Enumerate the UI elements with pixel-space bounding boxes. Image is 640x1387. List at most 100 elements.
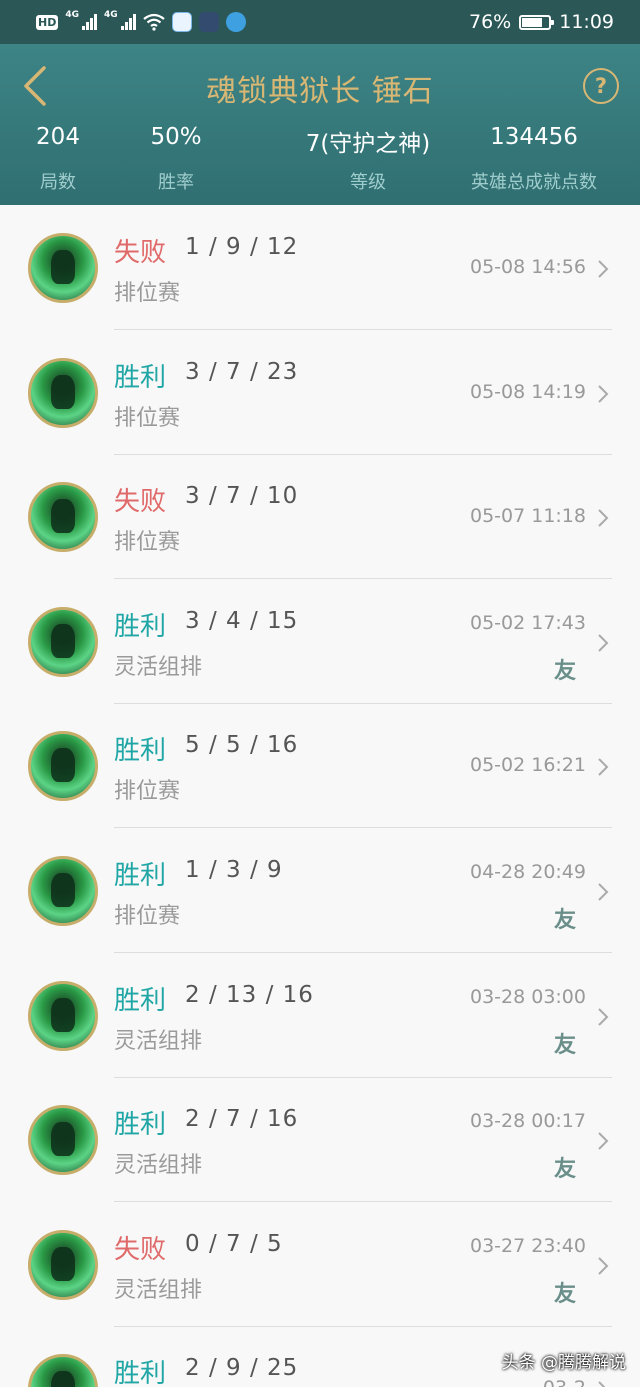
match-kda: 1 / 9 / 12 bbox=[185, 234, 299, 260]
match-time: 03-28 03:00 bbox=[469, 985, 586, 1008]
match-time: 05-07 11:18 bbox=[469, 505, 586, 528]
match-row[interactable]: 胜利 3 / 4 / 15 灵活组排 05-02 17:43 友 bbox=[0, 579, 640, 704]
match-time: 05-02 17:43 bbox=[469, 611, 586, 634]
match-kda: 1 / 3 / 9 bbox=[185, 857, 283, 883]
stat-games: 204 局数 bbox=[36, 124, 80, 194]
match-row[interactable]: 胜利 5 / 5 / 16 排位赛 05-02 16:21 bbox=[0, 703, 640, 829]
friend-badge: 友 bbox=[554, 908, 577, 933]
champion-avatar bbox=[28, 606, 98, 677]
match-mode: 灵活组排 bbox=[114, 654, 203, 680]
match-row[interactable]: 胜利 2 / 7 / 16 灵活组排 03-28 00:17 友 bbox=[0, 1077, 640, 1203]
champion-avatar bbox=[28, 357, 98, 428]
chevron-right-icon[interactable] bbox=[596, 756, 610, 778]
champion-avatar bbox=[28, 1229, 98, 1300]
match-row[interactable]: 胜利 2 / 13 / 16 灵活组排 03-28 03:00 友 bbox=[0, 953, 640, 1078]
help-icon[interactable]: ? bbox=[583, 68, 619, 104]
friend-badge: 友 bbox=[554, 1281, 577, 1307]
chevron-right-icon[interactable] bbox=[596, 1006, 610, 1028]
stat-winrate: 50% 胜率 bbox=[150, 124, 201, 194]
champion-avatar bbox=[28, 856, 98, 926]
chevron-right-icon[interactable] bbox=[596, 1255, 610, 1277]
stat-value: 7(守护之神) bbox=[305, 131, 431, 157]
match-kda: 5 / 5 / 16 bbox=[185, 732, 299, 759]
champion-header: 魂锁典狱长 锤石 ? 204 局数 50% 胜率 7(守护之神) 等级 1344… bbox=[0, 44, 640, 205]
signal-icon bbox=[82, 14, 97, 30]
match-row[interactable]: 失败 1 / 9 / 12 排位赛 05-08 14:56 bbox=[0, 205, 640, 330]
friend-badge: 友 bbox=[554, 1157, 577, 1183]
page-title: 魂锁典狱长 锤石 bbox=[206, 74, 434, 109]
match-result: 胜利 bbox=[114, 1359, 167, 1387]
match-result: 胜利 bbox=[114, 611, 167, 642]
match-result: 胜利 bbox=[114, 861, 167, 891]
stat-label: 胜率 bbox=[158, 172, 194, 193]
stat-value: 50% bbox=[150, 124, 202, 150]
match-mode: 排位赛 bbox=[114, 281, 181, 306]
champion-avatar bbox=[28, 1105, 98, 1176]
chevron-right-icon[interactable] bbox=[596, 881, 610, 903]
match-time: 03-28 00:17 bbox=[469, 1110, 586, 1133]
hd-indicator: HD bbox=[36, 14, 59, 30]
champion-avatar bbox=[28, 482, 98, 553]
battery-percent: 76% bbox=[469, 11, 512, 33]
match-mode: 排位赛 bbox=[114, 530, 181, 556]
network-type-1: 4G bbox=[65, 10, 79, 20]
friend-badge: 友 bbox=[554, 1032, 577, 1058]
match-result: 胜利 bbox=[114, 1110, 167, 1141]
match-time: 05-08 14:19 bbox=[469, 380, 586, 403]
champion-avatar bbox=[28, 731, 98, 802]
match-result: 胜利 bbox=[114, 736, 167, 767]
match-kda: 3 / 7 / 10 bbox=[185, 483, 299, 510]
stat-label: 等级 bbox=[350, 172, 386, 193]
match-kda: 3 / 4 / 15 bbox=[185, 607, 299, 634]
chevron-right-icon[interactable] bbox=[596, 383, 610, 405]
match-result: 失败 bbox=[114, 487, 167, 518]
match-time: 05-02 16:21 bbox=[469, 754, 586, 777]
stat-value: 204 bbox=[36, 124, 80, 150]
match-kda: 2 / 9 / 25 bbox=[185, 1355, 299, 1382]
match-kda: 2 / 13 / 16 bbox=[185, 981, 314, 1008]
match-kda: 2 / 7 / 16 bbox=[185, 1106, 299, 1133]
match-mode: 排位赛 bbox=[114, 904, 181, 929]
clock: 11:09 bbox=[559, 11, 614, 33]
match-mode: 灵活组排 bbox=[114, 1277, 203, 1303]
champion-avatar bbox=[28, 233, 98, 303]
network-type-2: 4G bbox=[104, 10, 118, 20]
match-mode: 灵活组排 bbox=[114, 1153, 203, 1179]
watermark: 头条 @腾腾解说 bbox=[501, 1353, 626, 1373]
wifi-icon bbox=[142, 13, 165, 31]
match-mode: 灵活组排 bbox=[114, 1028, 203, 1054]
app-notification-icon bbox=[171, 12, 192, 32]
match-list[interactable]: 失败 1 / 9 / 12 排位赛 05-08 14:56 胜利 3 / 7 / 23 排位… bbox=[0, 205, 640, 1387]
match-kda: 0 / 7 / 5 bbox=[185, 1230, 283, 1257]
signal-icon-2 bbox=[120, 14, 136, 30]
match-row[interactable]: 胜利 3 / 7 / 23 排位赛 05-08 14:19 bbox=[0, 330, 640, 455]
stat-label: 英雄总成就点数 bbox=[471, 172, 597, 193]
match-result: 胜利 bbox=[114, 362, 167, 393]
status-bar: HD 4G 4G 76% 11:09 bbox=[0, 0, 640, 44]
match-time: 04-28 20:49 bbox=[469, 861, 586, 883]
match-mode: 排位赛 bbox=[114, 779, 181, 805]
match-mode: 排位赛 bbox=[114, 405, 181, 431]
chevron-right-icon[interactable] bbox=[596, 1130, 610, 1152]
friend-badge: 友 bbox=[554, 658, 577, 684]
match-result: 胜利 bbox=[114, 985, 167, 1016]
app-notification-icon-3 bbox=[225, 12, 246, 32]
match-result: 失败 bbox=[114, 1234, 167, 1265]
stat-level: 7(守护之神) 等级 bbox=[306, 124, 431, 194]
match-time: 05-08 14:56 bbox=[469, 256, 586, 278]
match-time: 03-2 bbox=[543, 1377, 586, 1387]
champion-avatar bbox=[28, 980, 98, 1051]
stat-achievement-points: 134456 英雄总成就点数 bbox=[471, 124, 597, 194]
stat-value: 134456 bbox=[490, 124, 578, 150]
app-notification-icon-2 bbox=[198, 12, 219, 32]
chevron-right-icon[interactable] bbox=[596, 1379, 610, 1387]
match-kda: 3 / 7 / 23 bbox=[185, 358, 299, 385]
match-row[interactable]: 胜利 1 / 3 / 9 排位赛 04-28 20:49 友 bbox=[0, 828, 640, 953]
match-row[interactable]: 失败 0 / 7 / 5 灵活组排 03-27 23:40 友 bbox=[0, 1202, 640, 1327]
match-time: 03-27 23:40 bbox=[469, 1234, 586, 1257]
chevron-right-icon[interactable] bbox=[596, 258, 610, 280]
chevron-right-icon[interactable] bbox=[596, 507, 610, 529]
champion-avatar bbox=[28, 1354, 98, 1387]
match-row[interactable]: 失败 3 / 7 / 10 排位赛 05-07 11:18 bbox=[0, 454, 640, 580]
chevron-right-icon[interactable] bbox=[596, 632, 610, 654]
